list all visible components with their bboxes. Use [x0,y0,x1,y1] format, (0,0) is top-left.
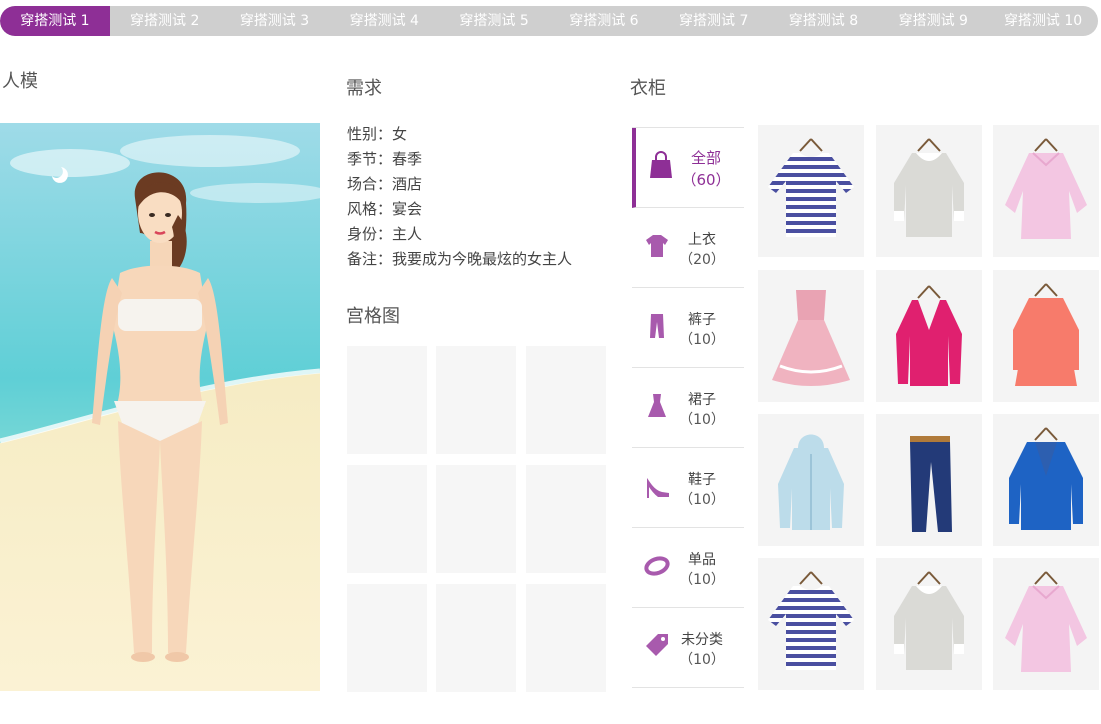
lace-blouse-image [894,571,964,670]
category-label: 全部 [690,149,721,167]
category-shoes[interactable]: 鞋子 （10） [632,448,744,528]
grid-cell[interactable] [347,465,427,573]
tab-test-4[interactable]: 穿搭测试 4 [329,6,439,36]
high-heel-icon [647,478,669,498]
category-pants[interactable]: 裤子 （10） [632,288,744,368]
wardrobe-item-pink-shirt[interactable] [993,125,1099,257]
category-uncategorized[interactable]: 未分类 （10） [632,608,744,688]
lace-blouse-image [894,138,964,237]
category-label: 鞋子 [688,472,716,488]
grid-cell[interactable] [526,584,606,692]
coral-coat-image [1013,283,1079,386]
wardrobe-item-striped-top[interactable] [758,558,864,690]
category-skirts[interactable]: 裙子 （10） [632,368,744,448]
wardrobe-item-light-blue-hoodie[interactable] [758,414,864,546]
requirement-season: 季节：春季 [347,150,423,168]
test-tabs: 穿搭测试 1 穿搭测试 2 穿搭测试 3 穿搭测试 4 穿搭测试 5 穿搭测试 … [0,6,1098,36]
grid-cell[interactable] [436,584,516,692]
category-count: （10） [679,652,725,668]
category-label: 裙子 [688,392,716,408]
pink-shirt-image [1005,138,1087,239]
category-count: （10） [679,572,725,588]
requirement-identity: 身份：主人 [347,225,423,243]
model-illustration [0,123,320,691]
tab-test-2[interactable]: 穿搭测试 2 [110,6,220,36]
wardrobe-categories: 全部 （60） 上衣 （20） 裤子 （10） 裙子 （10） 鞋子 （10） … [632,127,744,689]
tag-icon [646,634,668,656]
category-count: （10） [679,332,725,348]
striped-top-image [768,138,854,237]
tab-test-9[interactable]: 穿搭测试 9 [878,6,988,36]
grid-cell[interactable] [347,346,427,454]
wardrobe-item-magenta-cardigan[interactable] [876,270,982,402]
grid-cell[interactable] [436,346,516,454]
shirt-icon [646,235,668,257]
grid-title: 宫格图 [346,306,400,327]
category-count: （60） [681,171,731,189]
requirement-note: 备注：我要成为今晚最炫的女主人 [347,250,573,268]
category-label: 未分类 [681,632,723,648]
model-title: 人模 [2,71,38,92]
requirement-gender: 性别：女 [347,125,408,143]
requirements-title: 需求 [346,78,382,99]
wardrobe-item-pink-shirt[interactable] [993,558,1099,690]
tab-test-7[interactable]: 穿搭测试 7 [659,6,769,36]
wardrobe-item-lace-blouse[interactable] [876,558,982,690]
dress-icon [648,394,666,417]
model-canvas[interactable] [0,123,320,691]
blue-blazer-image [1009,427,1083,530]
wardrobe-item-striped-top[interactable] [758,125,864,257]
grid-cell[interactable] [436,465,516,573]
shopping-bag-icon [650,151,672,178]
requirement-style: 风格：宴会 [347,200,423,218]
navy-jeans-image [910,436,952,532]
tab-test-6[interactable]: 穿搭测试 6 [549,6,659,36]
striped-top-image [768,571,854,670]
grid-board [347,346,607,692]
tab-test-3[interactable]: 穿搭测试 3 [220,6,330,36]
grid-cell[interactable] [526,465,606,573]
wardrobe-item-navy-jeans[interactable] [876,414,982,546]
grid-cell[interactable] [526,346,606,454]
wardrobe-item-blue-blazer[interactable] [993,414,1099,546]
pants-icon [650,314,664,338]
category-label: 裤子 [688,312,716,328]
category-tops[interactable]: 上衣 （20） [632,208,744,288]
pink-shirt-image [1005,571,1087,672]
pink-dress-image [772,290,850,386]
category-accessories[interactable]: 单品 （10） [632,528,744,608]
bracelet-icon [644,556,670,576]
category-count: （10） [679,412,725,428]
wardrobe-item-lace-blouse[interactable] [876,125,982,257]
wardrobe-title: 衣柜 [630,78,666,99]
category-count: （20） [679,252,725,268]
wardrobe-item-coral-coat[interactable] [993,270,1099,402]
category-label: 单品 [688,552,716,568]
requirement-occasion: 场合：酒店 [347,175,423,193]
requirements-list: 性别：女 季节：春季 场合：酒店 风格：宴会 身份：主人 备注：我要成为今晚最炫… [347,122,572,272]
category-label: 上衣 [688,232,716,248]
grid-cell[interactable] [347,584,427,692]
light-blue-hoodie-image [778,434,844,530]
magenta-cardigan-image [896,285,962,386]
tab-test-8[interactable]: 穿搭测试 8 [769,6,879,36]
tab-test-1[interactable]: 穿搭测试 1 [0,6,110,36]
wardrobe-item-pink-dress[interactable] [758,270,864,402]
category-count: （10） [679,492,725,508]
tab-test-5[interactable]: 穿搭测试 5 [439,6,549,36]
category-all[interactable]: 全部 （60） [632,128,744,208]
tab-test-10[interactable]: 穿搭测试 10 [988,6,1098,36]
